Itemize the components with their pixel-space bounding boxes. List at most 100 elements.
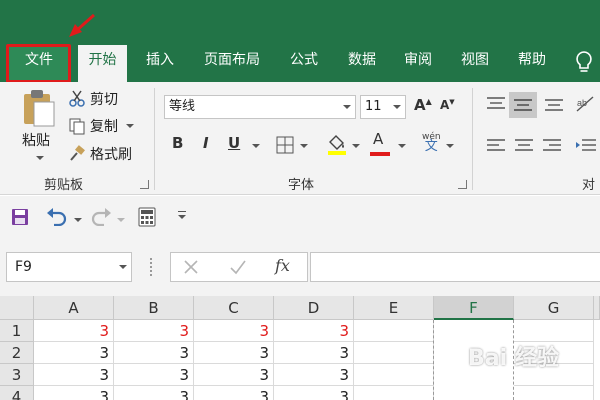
row-header-2[interactable]: 2 [0,342,34,364]
phonetic-button[interactable]: wén 文 [422,132,441,153]
align-left-icon[interactable] [486,138,506,154]
orientation-icon[interactable]: ab [574,94,596,114]
name-box[interactable]: F9 [6,252,132,282]
name-box-dropdown-icon[interactable] [119,265,127,269]
align-middle-icon [514,99,532,111]
select-all-corner[interactable] [0,296,34,320]
cell-e3[interactable] [354,364,434,386]
cell-g1[interactable] [514,320,594,342]
column-header-e[interactable]: E [354,296,434,320]
red-arrow-annotation-icon [69,13,95,37]
customize-qat-icon[interactable] [178,215,186,219]
borders-dropdown-icon[interactable] [300,144,308,148]
cell-d3[interactable]: 3 [274,364,354,386]
column-header-f[interactable]: F [434,296,514,320]
alignment-group-label: 对 [582,178,596,193]
cell-c3[interactable]: 3 [194,364,274,386]
tab-help[interactable]: 帮助 [508,45,556,82]
grow-font-button[interactable]: A▲ [414,96,432,114]
cell-a1[interactable]: 3 [34,320,114,342]
indent-icon[interactable] [576,138,596,154]
fill-color-dropdown-icon[interactable] [352,144,360,148]
calculator-icon[interactable] [138,207,156,227]
quick-access-toolbar [0,196,600,240]
tab-data[interactable]: 数据 [338,45,386,82]
font-size-value: 11 [365,99,382,114]
tab-review[interactable]: 审阅 [394,45,442,82]
font-size-dropdown-icon[interactable] [393,105,401,109]
tab-page-layout[interactable]: 页面布局 [194,45,270,82]
lightbulb-icon[interactable] [574,50,594,76]
column-header-d[interactable]: D [274,296,354,320]
ribbon-home: 粘贴 剪切 复制 格式刷 剪贴板 等线 11 A▲ A▼ B I U A wén… [0,82,600,195]
row-header-4[interactable]: 4 [0,386,34,400]
cancel-icon[interactable] [183,259,199,275]
font-group-label: 字体 [288,178,315,193]
paste-icon[interactable] [20,88,58,128]
font-color-button[interactable]: A [373,130,383,148]
redo-dropdown-icon [117,218,125,222]
bold-button[interactable]: B [172,134,183,152]
underline-dropdown-icon[interactable] [252,144,260,148]
cut-button[interactable]: 剪切 [68,89,118,109]
font-size-combobox[interactable]: 11 [360,95,406,119]
cell-d2[interactable]: 3 [274,342,354,364]
fill-color-icon[interactable] [326,132,348,156]
cell-e2[interactable] [354,342,434,364]
insert-function-button[interactable]: fx [275,256,290,275]
tab-insert[interactable]: 插入 [136,45,184,82]
row-header-1[interactable]: 1 [0,320,34,342]
font-color-dropdown-icon[interactable] [398,144,406,148]
cell-a3[interactable]: 3 [34,364,114,386]
phonetic-dropdown-icon[interactable] [446,144,454,148]
tab-home[interactable]: 开始 [78,45,127,82]
font-launcher-icon[interactable] [458,180,467,189]
tab-formulas[interactable]: 公式 [280,45,328,82]
shrink-font-label: A [440,98,450,112]
clipboard-launcher-icon[interactable] [140,180,149,189]
italic-button[interactable]: I [203,134,209,152]
paste-button[interactable]: 粘贴 [22,130,50,150]
undo-dropdown-icon[interactable] [74,218,82,222]
shrink-font-button[interactable]: A▼ [440,98,455,112]
cell-e4[interactable] [354,386,434,400]
formula-input[interactable] [310,252,600,282]
cell-b3[interactable]: 3 [114,364,194,386]
paste-dropdown-icon[interactable] [36,156,44,160]
cell-g4[interactable] [514,386,594,400]
align-center-icon[interactable] [514,138,534,154]
format-painter-button[interactable]: 格式刷 [68,144,132,164]
cell-b4[interactable]: 3 [114,386,194,400]
cell-e1[interactable] [354,320,434,342]
undo-icon[interactable] [46,208,68,226]
column-header-b[interactable]: B [114,296,194,320]
column-header-h[interactable] [594,296,600,320]
align-bottom-icon[interactable] [544,96,564,112]
cell-b1[interactable]: 3 [114,320,194,342]
row-header-3[interactable]: 3 [0,364,34,386]
cell-a4[interactable]: 3 [34,386,114,400]
align-right-icon[interactable] [542,138,562,154]
formula-bar-splitter[interactable] [150,258,152,276]
column-header-c[interactable]: C [194,296,274,320]
cell-b2[interactable]: 3 [114,342,194,364]
save-icon[interactable] [11,208,29,226]
tab-view[interactable]: 视图 [451,45,499,82]
cell-d4[interactable]: 3 [274,386,354,400]
borders-icon[interactable] [276,136,294,154]
align-top-icon[interactable] [486,96,506,112]
font-name-dropdown-icon[interactable] [343,105,351,109]
align-middle-button[interactable] [509,92,537,118]
enter-check-icon[interactable] [229,259,247,275]
cell-c1[interactable]: 3 [194,320,274,342]
cell-a2[interactable]: 3 [34,342,114,364]
cell-d1[interactable]: 3 [274,320,354,342]
cell-c2[interactable]: 3 [194,342,274,364]
copy-button[interactable]: 复制 [68,116,134,136]
underline-button[interactable]: U [228,134,240,152]
cell-c4[interactable]: 3 [194,386,274,400]
column-header-a[interactable]: A [34,296,114,320]
font-name-combobox[interactable]: 等线 [164,95,356,119]
copy-dropdown-icon[interactable] [126,124,134,128]
column-header-g[interactable]: G [514,296,594,320]
